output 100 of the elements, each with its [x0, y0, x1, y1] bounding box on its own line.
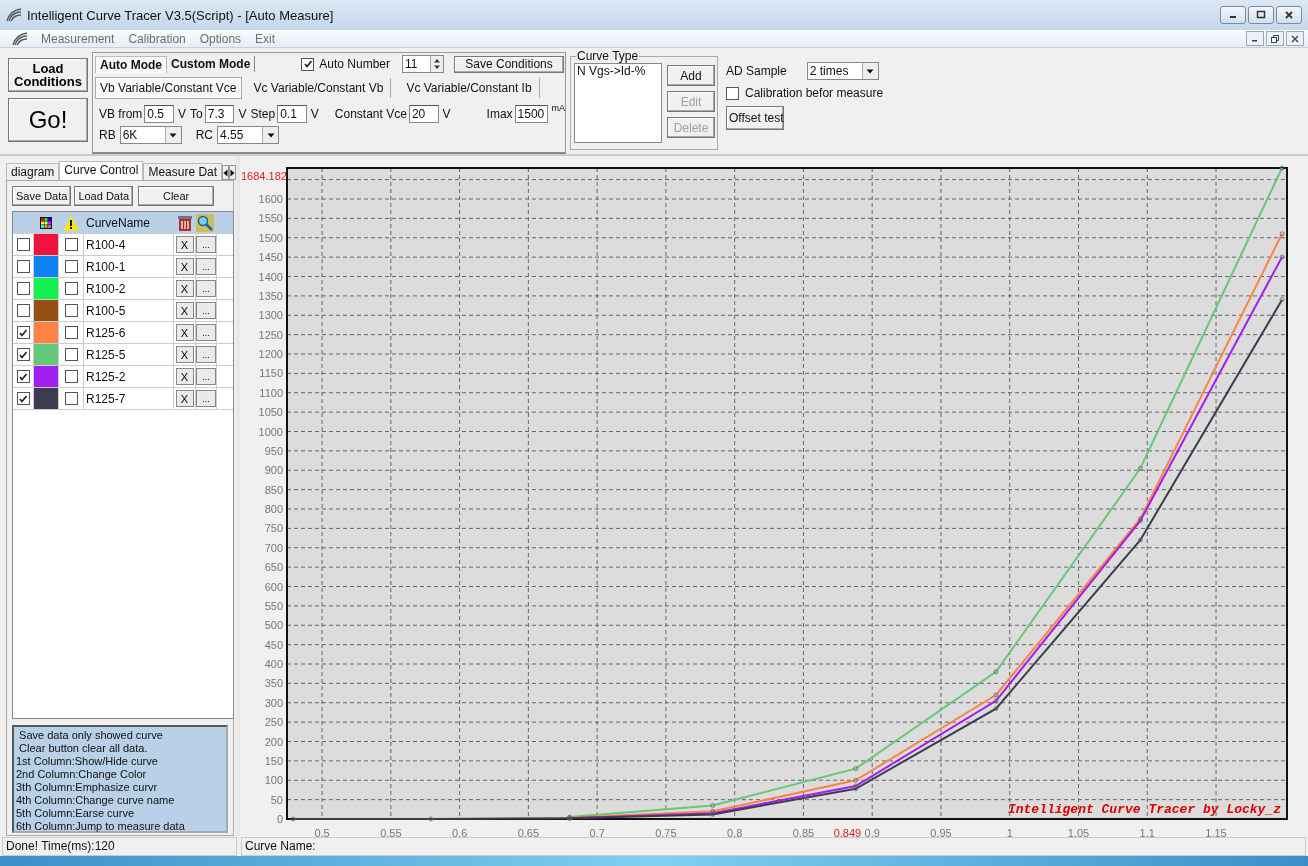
erase-button[interactable]: X — [175, 390, 194, 407]
save-conditions-button[interactable]: Save Conditions — [454, 55, 565, 73]
emphasize-checkbox[interactable] — [64, 304, 78, 317]
jump-button[interactable]: ... — [196, 236, 216, 253]
jump-button[interactable]: ... — [196, 280, 216, 297]
emphasize-checkbox[interactable] — [64, 260, 78, 273]
input-field[interactable]: 7.3 — [204, 105, 235, 123]
erase-button[interactable]: X — [175, 346, 194, 363]
close-button[interactable] — [1286, 31, 1304, 46]
input-field[interactable]: 1500 — [514, 105, 548, 123]
field-label: To — [190, 107, 203, 121]
color-swatch[interactable] — [34, 388, 59, 409]
show-checkbox[interactable] — [16, 326, 30, 339]
close-button[interactable] — [1276, 6, 1302, 24]
down-arrow-icon[interactable] — [433, 65, 442, 70]
erase-button[interactable]: X — [175, 324, 194, 341]
mode-tab[interactable]: Vb Variable/Constant Vce — [95, 77, 242, 99]
emphasize-checkbox[interactable] — [64, 238, 78, 251]
emphasize-checkbox[interactable] — [64, 392, 78, 405]
jump-button[interactable]: ... — [196, 368, 216, 385]
curve-name-cell[interactable]: R100-2 — [84, 278, 174, 299]
dropdown[interactable]: 2 times — [806, 62, 879, 80]
maximize-button[interactable] — [1248, 6, 1274, 24]
data-button[interactable]: Save Data — [12, 186, 72, 206]
emphasize-checkbox[interactable] — [64, 282, 78, 295]
curve-name-cell[interactable]: R100-1 — [84, 256, 174, 277]
erase-button[interactable]: X — [175, 258, 194, 275]
show-checkbox[interactable] — [16, 282, 30, 295]
erase-button[interactable]: X — [175, 236, 194, 253]
y-tick-label: 950 — [264, 444, 283, 457]
go-button[interactable]: Go! — [8, 98, 88, 142]
auto-number-checkbox[interactable] — [301, 57, 315, 71]
status-text: Curve Name: — [241, 836, 1306, 856]
emphasize-checkbox[interactable] — [64, 370, 78, 383]
input-field[interactable]: 0.1 — [277, 105, 307, 123]
load-conditions-button[interactable]: Load Conditions — [8, 58, 88, 92]
calibration-checkbox[interactable] — [726, 86, 739, 100]
tab[interactable]: Curve Control — [59, 161, 144, 180]
show-checkbox[interactable] — [16, 238, 30, 251]
search-icon — [196, 213, 214, 232]
curve-name-cell[interactable]: R125-5 — [84, 344, 174, 365]
maximize-icon — [1256, 10, 1266, 20]
offset-test-button[interactable]: Offset test — [726, 106, 784, 130]
mode-tab[interactable]: Auto Mode — [95, 55, 167, 73]
dropdown[interactable]: 4.55 — [217, 126, 279, 144]
show-checkbox[interactable] — [16, 304, 30, 317]
erase-button[interactable]: X — [175, 368, 194, 385]
color-swatch[interactable] — [34, 256, 59, 277]
color-swatch[interactable] — [34, 300, 59, 321]
show-checkbox[interactable] — [16, 392, 30, 405]
curve-name-cell[interactable]: R100-4 — [84, 234, 174, 255]
menu-item[interactable]: Options — [199, 31, 242, 46]
y-tick-label: 1100 — [259, 386, 283, 399]
menu-item[interactable]: Calibration — [128, 31, 186, 46]
curve-name-cell[interactable]: R125-6 — [84, 322, 174, 343]
data-button[interactable]: Load Data — [74, 186, 134, 206]
input-field[interactable]: 0.5 — [144, 105, 175, 123]
emphasize-checkbox[interactable] — [64, 348, 78, 361]
list-button[interactable]: Add — [667, 65, 715, 86]
list-item[interactable]: N Vgs->Id-% — [575, 64, 661, 78]
x-tick-label: 0.7 — [589, 827, 605, 839]
number-spinner[interactable]: 11 — [402, 55, 445, 73]
x-tick-label: 0.55 — [380, 827, 402, 839]
color-swatch[interactable] — [34, 344, 59, 365]
show-checkbox[interactable] — [16, 260, 30, 273]
up-arrow-icon[interactable] — [433, 58, 442, 63]
jump-button[interactable]: ... — [196, 346, 216, 363]
show-checkbox[interactable] — [16, 348, 30, 361]
jump-button[interactable]: ... — [196, 258, 216, 275]
show-checkbox[interactable] — [16, 370, 30, 383]
data-button[interactable]: Clear — [138, 186, 215, 206]
y-tick-label: 600 — [264, 580, 283, 593]
emphasize-checkbox[interactable] — [64, 326, 78, 339]
curve-type-list[interactable]: N Vgs->Id-% — [574, 63, 662, 143]
cursor-x-label: 0.849 — [833, 827, 862, 839]
minimize-button[interactable] — [1220, 6, 1246, 24]
curve-name-cell[interactable]: R125-7 — [84, 388, 174, 409]
input-field[interactable]: 20 — [408, 105, 439, 123]
color-swatch[interactable] — [34, 278, 59, 299]
curve-name-cell[interactable]: R125-2 — [84, 366, 174, 387]
dropdown[interactable]: 6K — [119, 126, 182, 144]
color-swatch[interactable] — [34, 366, 59, 387]
y-tick-label: 150 — [264, 754, 283, 767]
jump-button[interactable]: ... — [196, 324, 216, 341]
erase-button[interactable]: X — [175, 302, 194, 319]
color-swatch[interactable] — [34, 234, 59, 255]
curve-name-cell[interactable]: R100-5 — [84, 300, 174, 321]
color-swatch[interactable] — [34, 322, 59, 343]
mode-tab[interactable]: Vc Variable/Constant Vb — [246, 78, 392, 98]
jump-button[interactable]: ... — [196, 302, 216, 319]
menu-item[interactable]: Exit — [255, 31, 276, 46]
close-icon — [1291, 34, 1299, 43]
erase-button[interactable]: X — [175, 280, 194, 297]
restore-button[interactable] — [1266, 31, 1284, 46]
unit-label: mA — [551, 103, 565, 113]
jump-button[interactable]: ... — [196, 390, 216, 407]
menu-item[interactable]: Measurement — [41, 31, 115, 46]
x-tick-label: 1.1 — [1139, 827, 1155, 839]
mode-tab[interactable]: Vc Variable/Constant Ib — [399, 78, 540, 98]
mode-tab[interactable]: Custom Mode — [167, 56, 256, 72]
